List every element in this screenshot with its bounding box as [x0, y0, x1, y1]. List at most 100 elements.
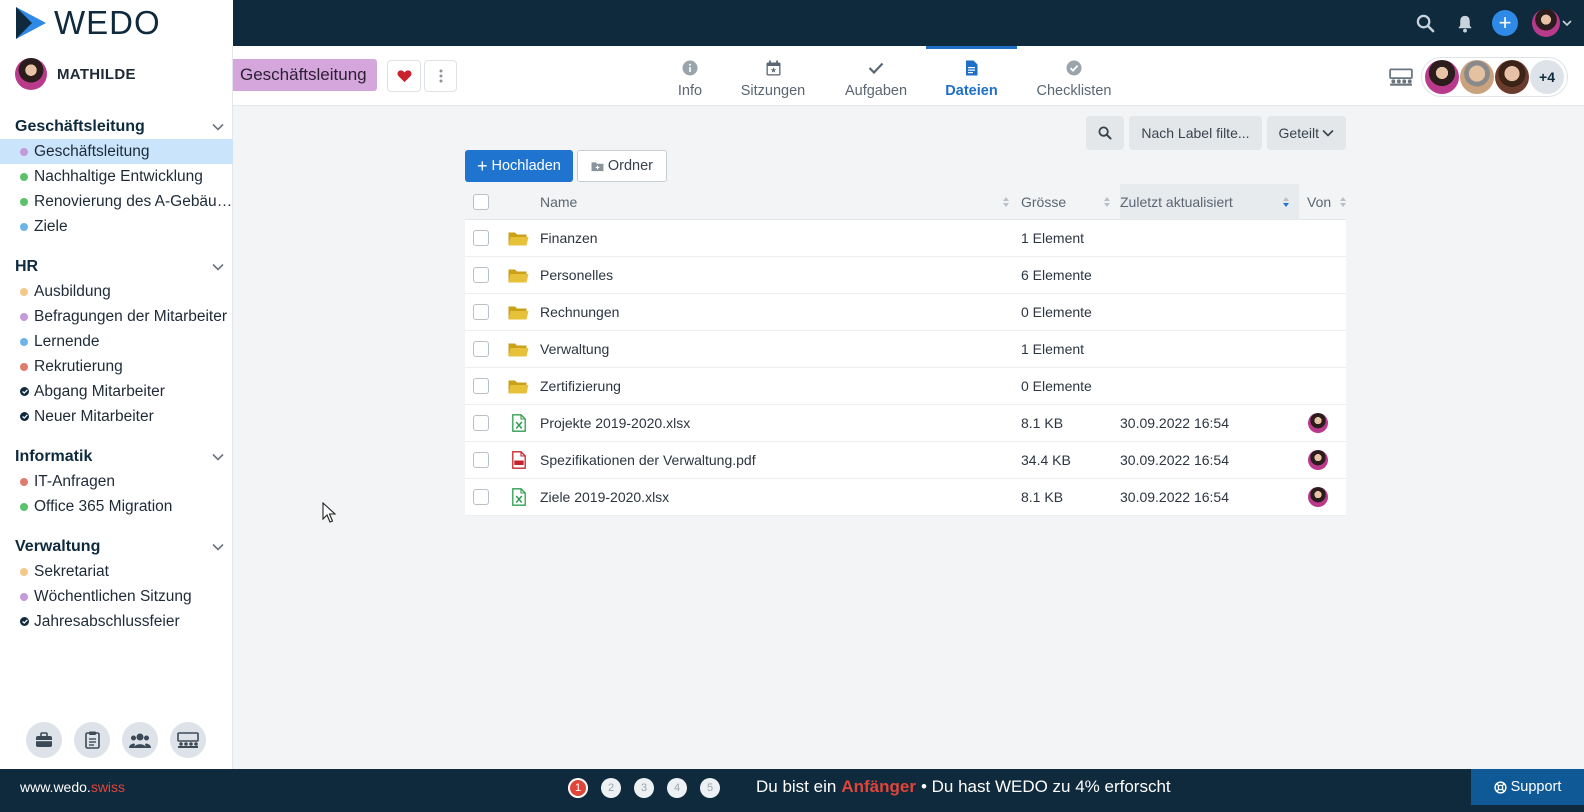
column-updated[interactable]: Zuletzt aktualisiert: [1120, 183, 1299, 220]
sidebar-item[interactable]: Lernende: [0, 329, 233, 354]
sidebar-item[interactable]: Renovierung des A-Gebäudes: [0, 189, 233, 214]
filter-bar: Nach Label filte... Geteilt: [1086, 116, 1346, 150]
sidebar-item-label: Geschäftsleitung: [34, 142, 150, 160]
sidebar-item[interactable]: Geschäftsleitung: [0, 139, 233, 164]
file-name[interactable]: Zertifizierung: [540, 378, 621, 394]
color-dot: [20, 337, 28, 346]
row-checkbox[interactable]: [473, 378, 489, 394]
table-row[interactable]: Personelles 6 Elemente: [465, 257, 1346, 294]
support-button[interactable]: Support: [1471, 769, 1584, 805]
file-name[interactable]: Ziele 2019-2020.xlsx: [540, 489, 669, 505]
sidebar-item[interactable]: Neuer Mitarbeiter: [0, 404, 233, 429]
sidebar-item[interactable]: Office 365 Migration: [0, 494, 233, 519]
more-options-button[interactable]: [424, 60, 457, 92]
users-icon[interactable]: [122, 722, 158, 758]
sidebar-item[interactable]: Abgang Mitarbeiter: [0, 379, 233, 404]
sidebar-item-label: Lernende: [34, 332, 100, 350]
logo-mark-icon: [16, 7, 46, 39]
table-row[interactable]: Rechnungen 0 Elemente: [465, 294, 1346, 331]
new-folder-button[interactable]: Ordner: [576, 150, 667, 182]
member-list[interactable]: +4: [1421, 57, 1568, 97]
color-dot: [20, 312, 28, 321]
workspace-title[interactable]: Geschäftsleitung: [233, 59, 377, 91]
site-link[interactable]: www.wedo. swiss: [20, 769, 125, 805]
sidebar-group-header[interactable]: HR: [0, 255, 233, 279]
upload-button[interactable]: + Hochladen: [465, 150, 573, 182]
row-checkbox[interactable]: [473, 452, 489, 468]
sidebar-item[interactable]: IT-Anfragen: [0, 469, 233, 494]
avatar: [1460, 60, 1494, 94]
column-by[interactable]: Von: [1299, 194, 1346, 210]
sidebar-item-label: Ziele: [34, 217, 68, 235]
label-filter-button[interactable]: Nach Label filte...: [1129, 116, 1262, 150]
tab-dateien[interactable]: Dateien: [926, 46, 1017, 106]
column-size[interactable]: Grösse: [1021, 194, 1120, 210]
select-all-checkbox[interactable]: [473, 193, 489, 210]
file-name[interactable]: Verwaltung: [540, 341, 609, 357]
file-name[interactable]: Spezifikationen der Verwaltung.pdf: [540, 452, 756, 468]
tab-aufgaben[interactable]: Aufgaben: [826, 46, 926, 106]
avatar: [1308, 487, 1328, 507]
briefcase-icon[interactable]: [26, 722, 62, 758]
sort-icon: [1340, 196, 1346, 207]
folder-add-icon: [591, 161, 604, 171]
sidebar-group-header[interactable]: Geschäftsleitung: [0, 115, 233, 139]
favorite-button[interactable]: [387, 60, 421, 92]
user-menu[interactable]: [1532, 9, 1572, 37]
tab-sitzungen[interactable]: Sitzungen: [720, 46, 826, 106]
clipboard-icon[interactable]: [74, 722, 110, 758]
sidebar-item[interactable]: Befragungen der Mitarbeiter: [0, 304, 233, 329]
support-label: Support: [1510, 779, 1562, 795]
file-size: 1 Element: [1021, 230, 1085, 246]
sidebar-item[interactable]: Ausbildung: [0, 279, 233, 304]
table-row[interactable]: Ziele 2019-2020.xlsx 8.1 KB 30.09.2022 16:…: [465, 479, 1346, 516]
table-row[interactable]: Projekte 2019-2020.xlsx 8.1 KB 30.09.2022 …: [465, 405, 1346, 442]
avatar: [1308, 450, 1328, 470]
row-checkbox[interactable]: [473, 341, 489, 357]
table-row[interactable]: Spezifikationen der Verwaltung.pdf 34.4 K…: [465, 442, 1346, 479]
tab-checklisten[interactable]: Checklisten: [1017, 46, 1131, 106]
shared-filter-dropdown[interactable]: Geteilt: [1266, 116, 1346, 150]
row-checkbox[interactable]: [473, 267, 489, 283]
row-checkbox[interactable]: [473, 489, 489, 505]
sidebar-item[interactable]: Jahresabschlussfeier: [0, 609, 233, 634]
sidebar-item-label: Jahresabschlussfeier: [34, 612, 180, 630]
shared-filter-label: Geteilt: [1278, 125, 1319, 141]
chevron-down-icon: [212, 543, 224, 551]
tab-label: Info: [677, 83, 703, 99]
sidebar-item[interactable]: Sekretariat: [0, 559, 233, 584]
column-name[interactable]: Name: [540, 194, 1021, 210]
sidebar-group-header[interactable]: Informatik: [0, 445, 233, 469]
color-dot: [20, 502, 28, 511]
sidebar-item[interactable]: Ziele: [0, 214, 233, 239]
row-checkbox[interactable]: [473, 304, 489, 320]
sidebar-item[interactable]: Nachhaltige Entwicklung: [0, 164, 233, 189]
tab-info[interactable]: Info: [660, 46, 720, 106]
file-name[interactable]: Projekte 2019-2020.xlsx: [540, 415, 690, 431]
sidebar-group-title: Verwaltung: [15, 538, 101, 555]
sidebar-user[interactable]: MATHILDE: [15, 58, 136, 90]
sidebar-group-header[interactable]: Verwaltung: [0, 535, 233, 559]
row-checkbox[interactable]: [473, 415, 489, 431]
add-button[interactable]: +: [1492, 10, 1518, 36]
file-size: 0 Elemente: [1021, 304, 1092, 320]
meeting-room-icon[interactable]: [1389, 68, 1413, 86]
logo[interactable]: WEDO: [0, 0, 233, 46]
progress-step: 3: [634, 778, 654, 798]
search-icon[interactable]: [1412, 10, 1438, 36]
sidebar-item[interactable]: Wöchentlichen Sitzung: [0, 584, 233, 609]
bell-icon[interactable]: [1452, 10, 1478, 36]
sidebar-group: Verwaltung Sekretariat Wöchentlichen Sitzu…: [0, 535, 233, 634]
file-name[interactable]: Rechnungen: [540, 304, 619, 320]
row-checkbox[interactable]: [473, 230, 489, 246]
mouse-cursor-icon: [322, 502, 336, 523]
chevron-down-icon: [212, 453, 224, 461]
table-row[interactable]: Zertifizierung 0 Elemente: [465, 368, 1346, 405]
table-row[interactable]: Verwaltung 1 Element: [465, 331, 1346, 368]
file-name[interactable]: Finanzen: [540, 230, 598, 246]
table-row[interactable]: Finanzen 1 Element: [465, 220, 1346, 257]
meeting-room-icon[interactable]: [170, 722, 206, 758]
search-files-button[interactable]: [1086, 116, 1125, 150]
sidebar-item[interactable]: Rekrutierung: [0, 354, 233, 379]
file-name[interactable]: Personelles: [540, 267, 613, 283]
